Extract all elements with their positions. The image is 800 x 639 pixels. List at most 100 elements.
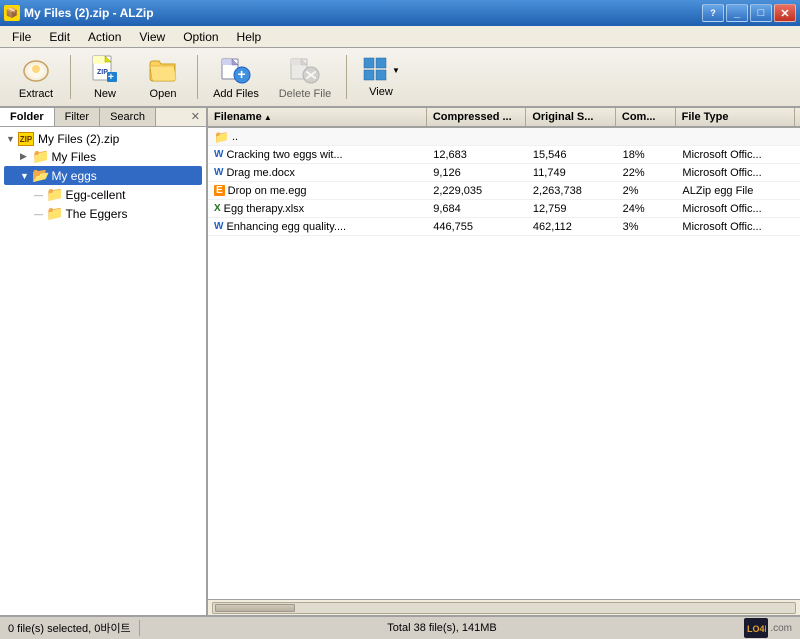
file-row-4[interactable]: X Egg therapy.xlsx 9,684 12,759 24% Micr… [208,200,800,218]
left-panel: Folder Filter Search ✕ ▼ ZIP My Files (2… [0,108,208,615]
file-cell-2-mod: 2010-03-04 PM 18:4 [796,166,800,180]
file-cell-4-mod: 2010-04-01 PM 18:5 [796,202,800,216]
new-button[interactable]: ZIP + New [77,51,133,103]
menu-view[interactable]: View [131,28,173,46]
file-cell-5-name: W Enhancing egg quality.... [208,220,427,234]
file-cell-3-mod: 2010-04-06 PM 13:1 [796,184,800,198]
file-cell-5-comp: 446,755 [427,220,527,234]
open-icon [147,54,179,86]
view-button[interactable]: ▼ View [353,51,409,103]
right-panel: Filename Compressed ... Original S... Co… [208,108,800,615]
status-selected: 0 file(s) selected, 0바이트 [8,620,140,636]
file-cell-5-type: Microsoft Offic... [676,220,796,234]
panel-close-btn[interactable]: ✕ [185,108,206,126]
minimize-btn[interactable]: _ [726,4,748,22]
col-header-original[interactable]: Original S... [526,108,616,126]
window-controls[interactable]: ? _ □ ✕ [702,4,796,22]
file-cell-parent-comp [427,136,527,138]
tab-search[interactable]: Search [100,108,156,126]
file-cell-3-name: E Drop on me.egg [208,184,427,198]
file-cell-2-comp: 9,126 [427,166,527,180]
scrollbar-thumb[interactable] [215,604,295,612]
titlebar: 📦 My Files (2).zip - ALZip ? _ □ ✕ [0,0,800,26]
file-cell-4-orig: 12,759 [527,202,617,216]
tree-item-eggers[interactable]: — 📁 The Eggers [4,204,202,223]
file-cell-1-orig: 15,546 [527,148,617,162]
expand-icon[interactable]: ▼ [6,134,16,144]
file-row-2[interactable]: W Drag me.docx 9,126 11,749 22% Microsof… [208,164,800,182]
extract-button[interactable]: Extract [8,51,64,103]
app-icon: 📦 [4,5,20,21]
tree-item-eggcellent[interactable]: — 📁 Egg-cellent [4,185,202,204]
file-cell-5-orig: 462,112 [527,220,617,234]
scrollbar-track[interactable] [212,602,796,614]
file-cell-3-comp: 2,229,035 [427,184,527,198]
expand-icon-myfiles[interactable]: ▶ [20,151,30,162]
maximize-btn[interactable]: □ [750,4,772,22]
file-cell-parent-name: 📁 .. [208,129,427,145]
status-total: Total 38 file(s), 141MB [140,622,745,634]
file-cell-3-type: ALZip egg File [676,184,796,198]
file-row-1[interactable]: W Cracking two eggs wit... 12,683 15,546… [208,146,800,164]
egg-icon-1: E [214,185,225,196]
folder-icon-myfiles: 📁 [32,148,49,165]
file-cell-1-comp: 12,683 [427,148,527,162]
col-header-modified[interactable]: Modified Date [795,108,800,126]
zip-icon: ZIP [18,132,34,146]
expand-icon-eggers[interactable]: — [34,209,44,219]
tree-item-myeggs[interactable]: ▼ 📂 My eggs [4,166,202,185]
menu-help[interactable]: Help [229,28,270,46]
help-btn[interactable]: ? [702,4,724,22]
extract-label: Extract [19,88,53,100]
svg-text:LO4D: LO4D [747,624,766,634]
tab-filter[interactable]: Filter [55,108,100,126]
new-label: New [94,88,116,100]
file-cell-3-orig: 2,263,738 [527,184,617,198]
open-label: Open [150,88,177,100]
statusbar: 0 file(s) selected, 0바이트 Total 38 file(s… [0,615,800,639]
file-row-3[interactable]: E Drop on me.egg 2,229,035 2,263,738 2% … [208,182,800,200]
add-files-label: Add Files [213,88,259,100]
col-header-filename[interactable]: Filename [208,108,427,126]
file-cell-4-type: Microsoft Offic... [676,202,796,216]
menu-edit[interactable]: Edit [41,28,78,46]
menubar: File Edit Action View Option Help [0,26,800,48]
file-cell-2-type: Microsoft Offic... [676,166,796,180]
delete-file-button[interactable]: Delete File [270,51,340,103]
file-row-parent[interactable]: 📁 .. [208,128,800,146]
new-icon: ZIP + [89,54,121,86]
close-btn[interactable]: ✕ [774,4,796,22]
menu-file[interactable]: File [4,28,39,46]
file-cell-5-mod: 2010-03-10 PM 13:3 [796,220,800,234]
window-title: My Files (2).zip - ALZip [24,6,154,20]
col-header-filetype[interactable]: File Type [676,108,795,126]
col-header-ratio[interactable]: Com... [616,108,676,126]
file-list-body[interactable]: 📁 .. W Cracking two eggs wit... 12,683 1… [208,128,800,599]
tree-item-myfiles[interactable]: ▶ 📁 My Files [4,147,202,166]
expand-icon-myeggs[interactable]: ▼ [20,171,30,181]
folder-icon-eggers: 📁 [46,205,63,222]
menu-action[interactable]: Action [80,28,129,46]
tab-folder[interactable]: Folder [0,108,55,126]
add-files-button[interactable]: + Add Files [204,51,268,103]
main-area: Folder Filter Search ✕ ▼ ZIP My Files (2… [0,108,800,615]
extract-icon [20,54,52,86]
menu-option[interactable]: Option [175,28,226,46]
open-button[interactable]: Open [135,51,191,103]
toolbar: Extract ZIP + New Open [0,48,800,108]
col-header-compressed[interactable]: Compressed ... [427,108,527,126]
expand-icon-eggcellent[interactable]: — [34,190,44,200]
svg-text:+: + [238,66,246,82]
file-cell-3-ratio: 2% [617,184,677,198]
horizontal-scrollbar[interactable] [208,599,800,615]
view-dropdown-arrow: ▼ [392,66,400,75]
file-cell-4-ratio: 24% [617,202,677,216]
tree-item-zip[interactable]: ▼ ZIP My Files (2).zip [4,131,202,147]
svg-text:+: + [108,72,114,83]
view-label: View [369,86,393,98]
file-cell-2-orig: 11,749 [527,166,617,180]
file-cell-4-comp: 9,684 [427,202,527,216]
file-cell-1-mod: 2010-03-04 AM 11:0 [796,148,800,162]
file-row-5[interactable]: W Enhancing egg quality.... 446,755 462,… [208,218,800,236]
svg-text:ZIP: ZIP [97,69,108,76]
